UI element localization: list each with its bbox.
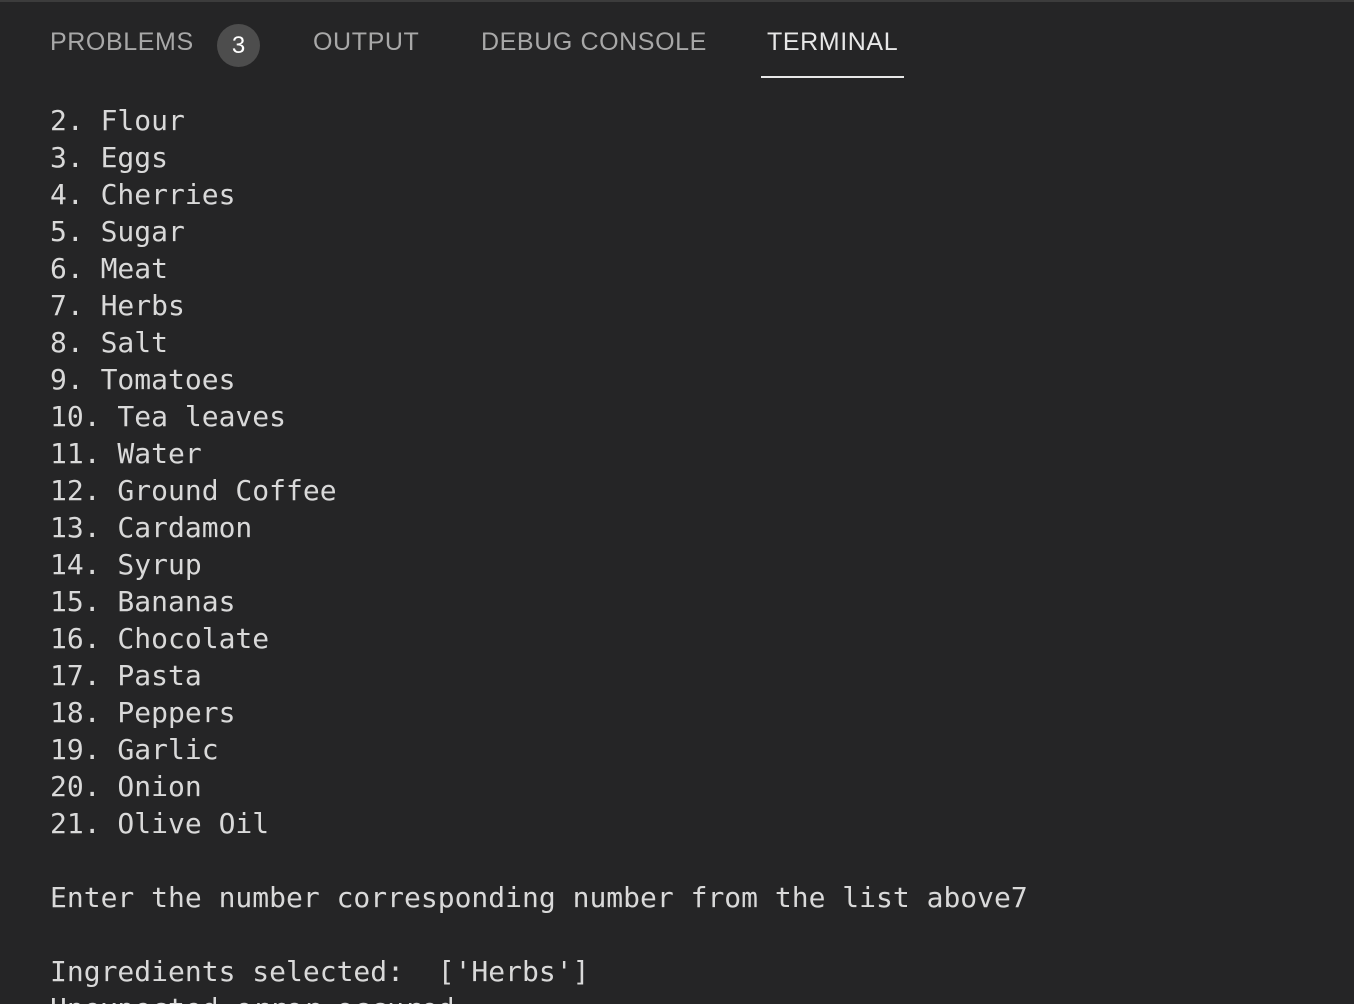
- terminal-line: 20. Onion: [50, 770, 202, 803]
- terminal-line: 13. Cardamon: [50, 511, 253, 544]
- terminal-line: 19. Garlic: [50, 733, 219, 766]
- tab-output[interactable]: OUTPUT: [313, 28, 419, 78]
- terminal-line: 17. Pasta: [50, 659, 202, 692]
- terminal-line: 2. Flour: [50, 104, 185, 137]
- terminal-line: 15. Bananas: [50, 585, 236, 618]
- terminal-line: 3. Eggs: [50, 141, 169, 174]
- terminal-line: 6. Meat: [50, 252, 169, 285]
- terminal-line: 7. Herbs: [50, 289, 185, 322]
- tab-debug-console[interactable]: DEBUG CONSOLE: [481, 28, 707, 78]
- terminal-line: 9. Tomatoes: [50, 363, 236, 396]
- terminal-line: 14. Syrup: [50, 548, 202, 581]
- bottom-panel: PROBLEMS 3 OUTPUT DEBUG CONSOLE TERMINAL…: [0, 0, 1354, 1004]
- tab-problems[interactable]: PROBLEMS: [50, 28, 194, 78]
- terminal-line: 8. Salt: [50, 326, 169, 359]
- terminal-line: Ingredients selected: ['Herbs']: [50, 955, 590, 988]
- terminal-line: Unexpected error occured: [50, 990, 1330, 1004]
- panel-tab-bar: PROBLEMS 3 OUTPUT DEBUG CONSOLE TERMINAL: [0, 2, 1354, 82]
- terminal-line: 5. Sugar: [50, 215, 185, 248]
- terminal-line: 18. Peppers: [50, 696, 236, 729]
- tab-terminal[interactable]: TERMINAL: [761, 28, 905, 78]
- problems-count-badge: 3: [217, 24, 260, 67]
- terminal-line: Enter the number corresponding number fr…: [50, 881, 1028, 914]
- terminal-line: 11. Water: [50, 437, 202, 470]
- terminal-line: 4. Cherries: [50, 178, 236, 211]
- terminal-line: 21. Olive Oil: [50, 807, 270, 840]
- terminal-line: 10. Tea leaves: [50, 400, 287, 433]
- terminal-line: 16. Chocolate: [50, 622, 270, 655]
- terminal-line: 12. Ground Coffee: [50, 474, 337, 507]
- terminal-output[interactable]: 2. Flour 3. Eggs 4. Cherries 5. Sugar 6. Mea…: [50, 102, 1330, 1004]
